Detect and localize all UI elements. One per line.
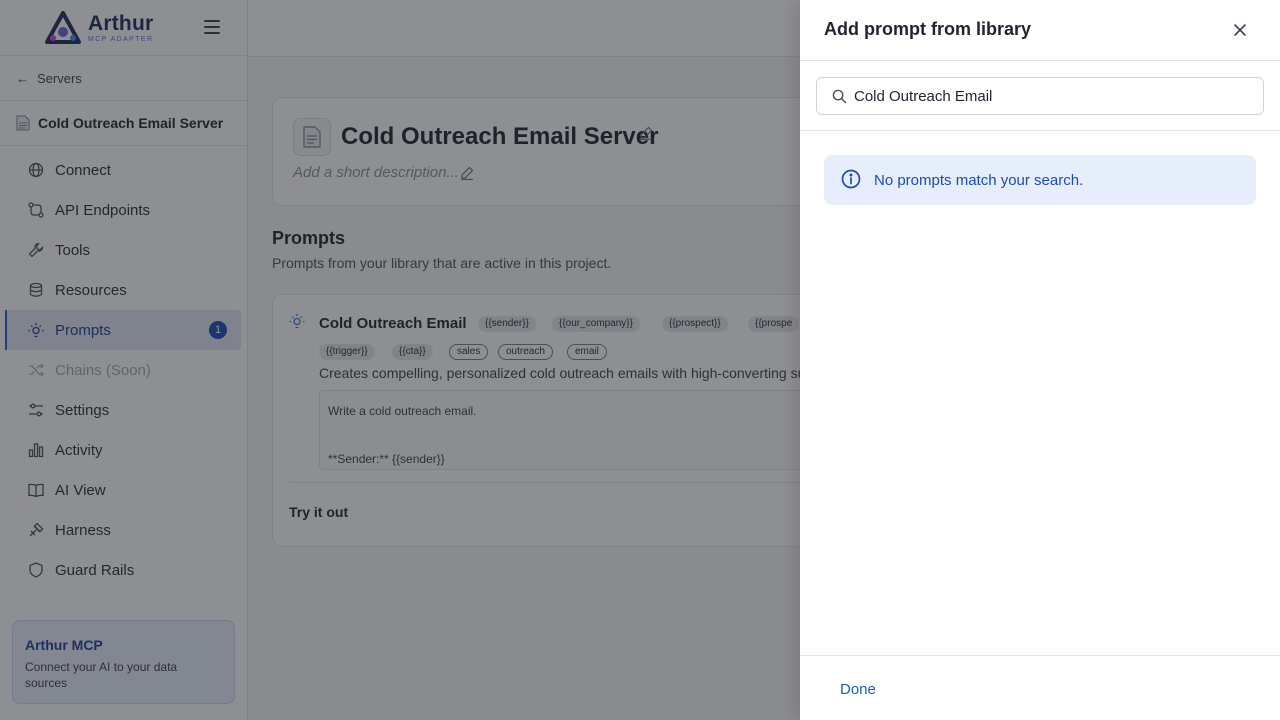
add-prompt-drawer: Add prompt from library No prompts match… bbox=[800, 0, 1280, 720]
search-field[interactable] bbox=[816, 77, 1264, 115]
empty-results-alert: No prompts match your search. bbox=[824, 155, 1256, 205]
close-icon[interactable] bbox=[1232, 22, 1248, 38]
info-icon bbox=[841, 169, 861, 189]
done-button[interactable]: Done bbox=[824, 672, 892, 706]
drawer-header: Add prompt from library bbox=[800, 0, 1280, 61]
drawer-footer: Done bbox=[800, 655, 1280, 720]
search-input[interactable] bbox=[854, 78, 1254, 114]
search-icon bbox=[832, 89, 847, 104]
search-section bbox=[800, 61, 1280, 131]
empty-results-message: No prompts match your search. bbox=[874, 172, 1084, 189]
drawer-title: Add prompt from library bbox=[824, 19, 1032, 39]
